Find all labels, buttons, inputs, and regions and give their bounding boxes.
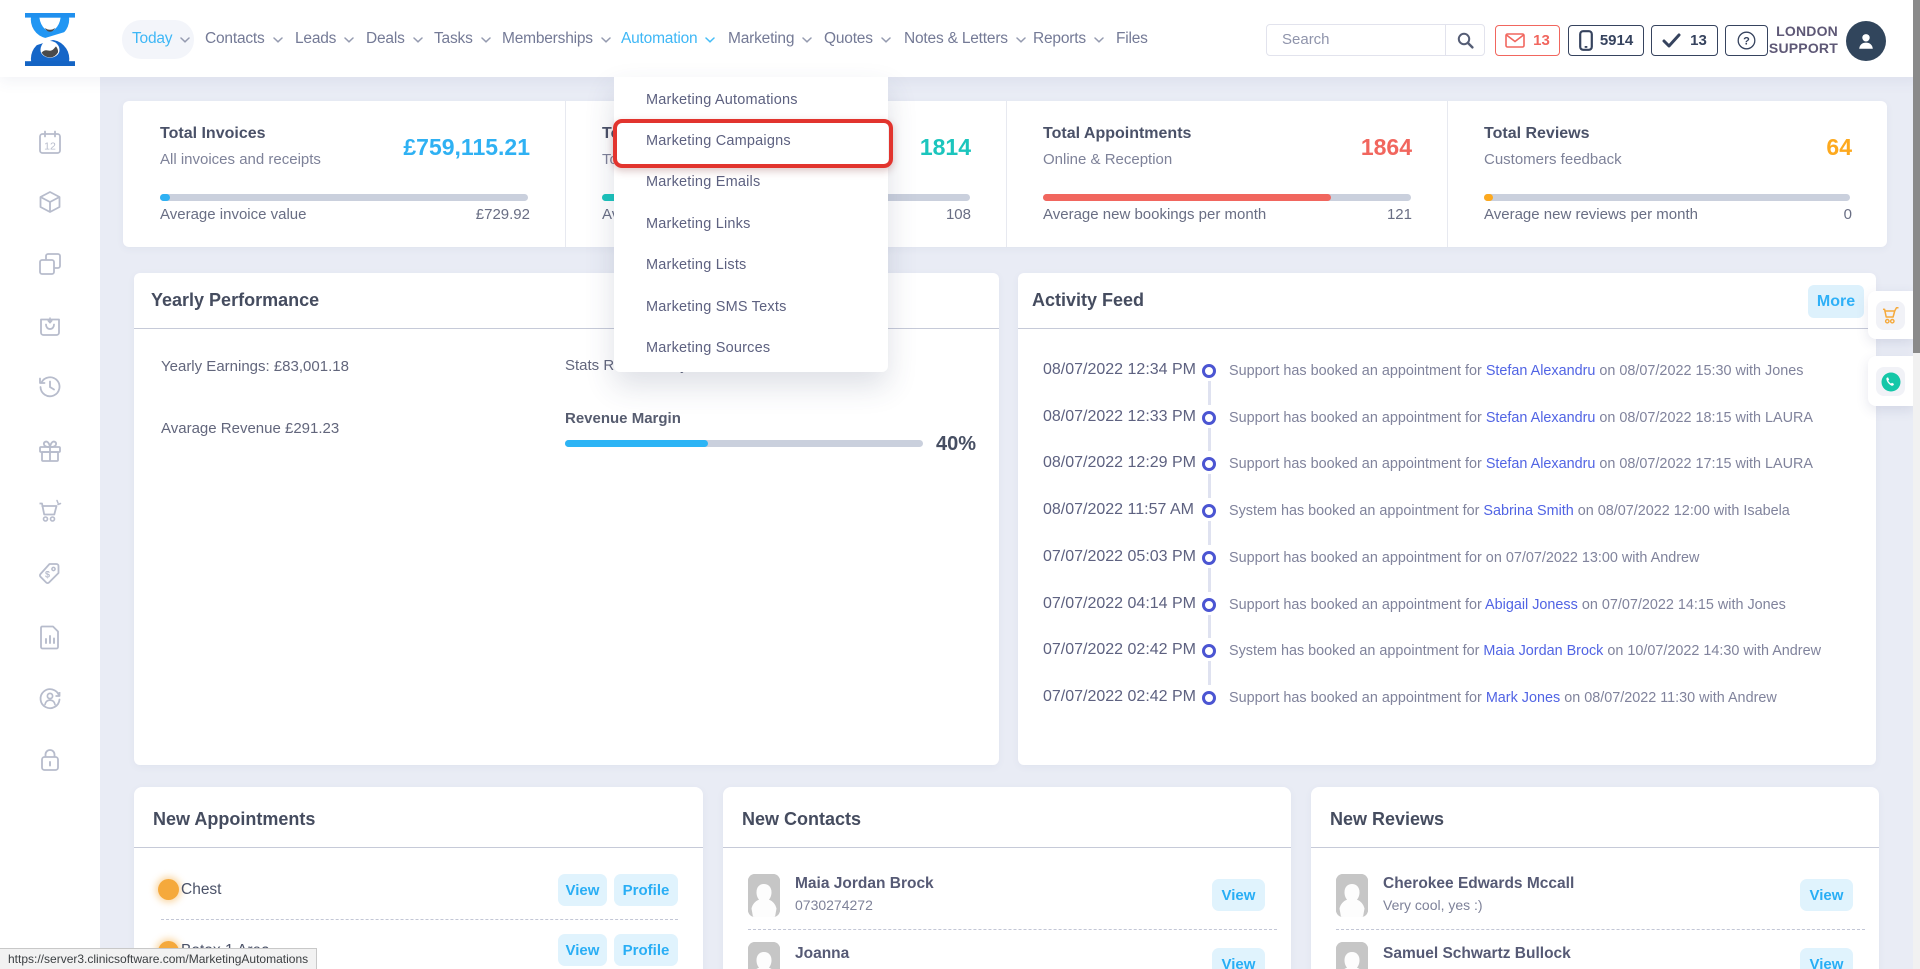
svg-text:?: ? — [1743, 35, 1750, 47]
svg-text:$: $ — [45, 570, 50, 580]
svg-text:12: 12 — [44, 141, 56, 153]
